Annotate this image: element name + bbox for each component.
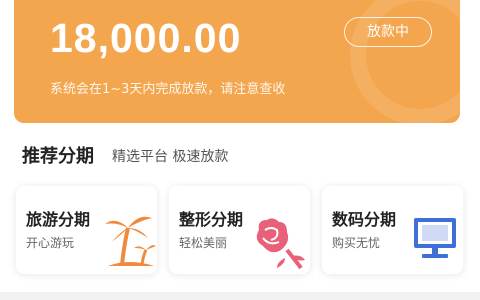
loan-amount: 18,000.00 bbox=[50, 15, 242, 61]
bottom-divider bbox=[0, 292, 480, 300]
card-title: 旅游分期 bbox=[26, 210, 91, 229]
card-title: 整形分期 bbox=[179, 210, 244, 229]
section-title: 推荐分期 bbox=[22, 146, 94, 167]
card-travel-installment[interactable]: 旅游分期 开心游玩 bbox=[16, 186, 157, 274]
card-subtitle: 购买无忧 bbox=[332, 236, 381, 250]
monitor-icon bbox=[414, 218, 456, 258]
loan-status-button[interactable]: 放款中 bbox=[344, 17, 432, 47]
loan-notice: 系统会在1~3天内完成放款，请注意查收 bbox=[50, 82, 286, 97]
loan-summary-card: 18,000.00 放款中 系统会在1~3天内完成放款，请注意查收 bbox=[14, 0, 460, 123]
section-subtitle: 精选平台 极速放款 bbox=[112, 149, 229, 165]
card-subtitle: 轻松美丽 bbox=[179, 236, 228, 250]
card-subtitle: 开心游玩 bbox=[26, 236, 75, 250]
palm-tree-icon bbox=[105, 216, 156, 266]
card-digital-installment[interactable]: 数码分期 购买无忧 bbox=[322, 186, 463, 274]
rose-icon bbox=[256, 218, 305, 270]
card-title: 数码分期 bbox=[332, 210, 397, 229]
card-cosmetic-installment[interactable]: 整形分期 轻松美丽 bbox=[169, 186, 310, 274]
